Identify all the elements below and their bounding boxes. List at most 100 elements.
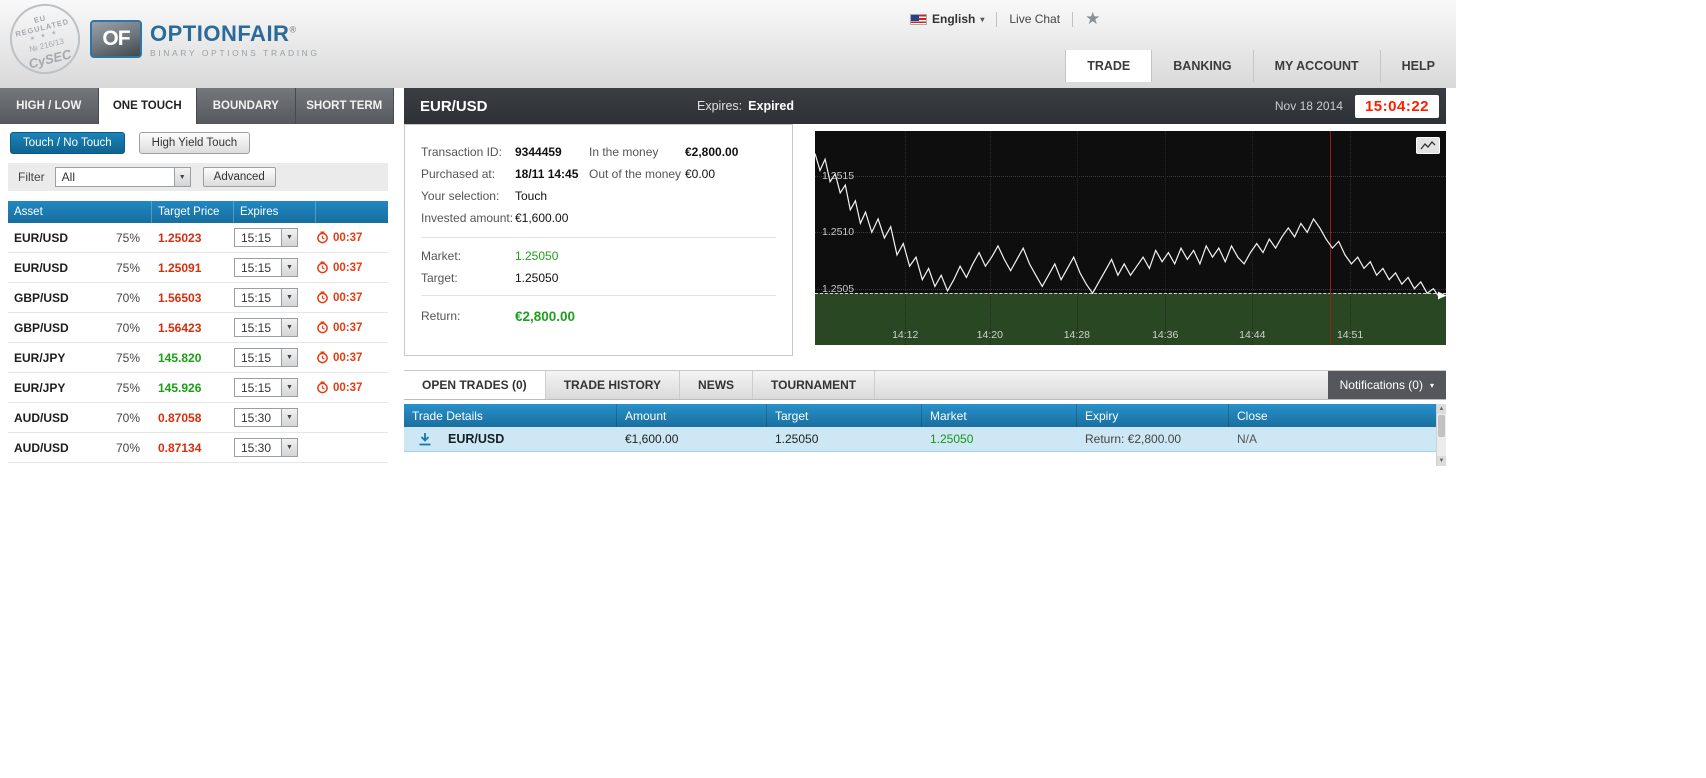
account-tab-label: HELP: [1401, 59, 1435, 73]
trade-type-tab[interactable]: ONE TOUCH: [98, 88, 197, 124]
notifications-toggle[interactable]: Notifications (0) ▾: [1327, 371, 1446, 399]
expires-select-value: 15:15: [241, 290, 272, 305]
open-trades-table: Trade Details Amount Target Market Expir…: [404, 404, 1446, 466]
expires-select[interactable]: 15:15 ▼: [234, 258, 298, 277]
mode-button[interactable]: Touch / No Touch: [10, 132, 125, 154]
asset-row[interactable]: GBP/USD 70% 1.56503 15:15 ▼ 00:37: [8, 283, 388, 313]
expires-select[interactable]: 15:15 ▼: [234, 378, 298, 397]
bottom-tab[interactable]: NEWS: [680, 371, 754, 399]
expires-select-value: 15:15: [241, 230, 272, 245]
detail-field: Invested amount: €1,600.00: [421, 207, 578, 229]
trade-row[interactable]: EUR/USD €1,600.00 1.25050 1.25050 Return…: [404, 427, 1436, 452]
expires-select[interactable]: 15:15 ▼: [234, 288, 298, 307]
y-axis-tick: 1.2505: [822, 282, 855, 295]
detail-field: In the money €2,800.00: [589, 141, 738, 163]
filter-label: Filter: [18, 170, 45, 184]
detail-field: Your selection: Touch: [421, 185, 578, 207]
scroll-up-arrow[interactable]: ▲: [1437, 404, 1446, 414]
expires-select[interactable]: 15:30 ▼: [234, 438, 298, 457]
target-price: 1.25023: [158, 230, 202, 245]
asset-name: EUR/USD: [14, 260, 69, 275]
scroll-down-arrow[interactable]: ▼: [1437, 456, 1446, 466]
account-tab[interactable]: MY ACCOUNT: [1252, 50, 1380, 82]
detail-label: Purchased at:: [421, 167, 496, 181]
mode-buttons: Touch / No Touch High Yield Touch: [10, 132, 251, 154]
account-tab[interactable]: HELP: [1379, 50, 1456, 82]
chevron-down-icon: ▼: [281, 259, 297, 276]
chevron-down-icon: ▼: [281, 319, 297, 336]
x-axis-tick: 14:12: [892, 329, 919, 341]
target-price: 1.56423: [158, 320, 202, 335]
mode-button[interactable]: High Yield Touch: [138, 132, 251, 154]
account-tab-label: TRADE: [1087, 59, 1131, 73]
expires-select[interactable]: 15:15 ▼: [234, 318, 298, 337]
header-amount: Amount: [617, 404, 767, 427]
price-line: [815, 153, 1446, 300]
download-icon[interactable]: [418, 432, 432, 446]
asset-name: EUR/JPY: [14, 350, 66, 365]
asset-name: GBP/USD: [14, 290, 69, 305]
language-label: English: [932, 12, 976, 26]
clock-icon: [317, 231, 328, 244]
header-target-price: Target Price: [152, 201, 234, 223]
chart-type-button[interactable]: [1416, 137, 1440, 154]
scrollbar[interactable]: ▲ ▼: [1436, 404, 1446, 466]
header-close: Close: [1237, 408, 1268, 423]
trades-table-header: Trade Details Amount Target Market Expir…: [404, 404, 1436, 427]
logo-tagline: BINARY OPTIONS TRADING: [150, 47, 320, 58]
regulator-badge: EU REGULATED ★ ★ ★ № 216/13 CySEC: [2, 0, 88, 82]
live-chat-link[interactable]: Live Chat: [1009, 12, 1060, 26]
y-axis-tick: 1.2515: [822, 170, 855, 183]
asset-row[interactable]: AUD/USD 70% 0.87134 15:30 ▼: [8, 433, 388, 463]
trade-type-tab[interactable]: BOUNDARY: [197, 88, 296, 124]
advanced-button[interactable]: Advanced: [202, 167, 276, 187]
account-tab[interactable]: BANKING: [1151, 50, 1252, 82]
scrollbar-thumb[interactable]: [1438, 415, 1445, 437]
asset-row[interactable]: EUR/USD 75% 1.25091 15:15 ▼ 00:37: [8, 253, 388, 283]
countdown-timer: 00:37: [333, 351, 363, 364]
expires-select[interactable]: 15:15 ▼: [234, 228, 298, 247]
expires-select[interactable]: 15:15 ▼: [234, 348, 298, 367]
target-price: 145.926: [158, 380, 202, 395]
countdown-timer: 00:37: [333, 231, 363, 244]
bottom-tab[interactable]: TRADE HISTORY: [546, 371, 681, 399]
trade-type-tab[interactable]: HIGH / LOW: [0, 88, 99, 124]
asset-row[interactable]: EUR/USD 75% 1.25023 15:15 ▼ 00:37: [8, 223, 388, 253]
return-row: Return: €2,800.00: [421, 305, 575, 327]
payout-percent: 70%: [115, 410, 140, 425]
bottom-tab[interactable]: OPEN TRADES (0): [404, 371, 546, 399]
payout-percent: 75%: [115, 380, 140, 395]
us-flag-icon: [910, 13, 927, 25]
instrument-bar: EUR/USD Expires: Expired Nov 18 2014 15:0…: [404, 88, 1446, 124]
countdown-timer: 00:37: [333, 321, 363, 334]
countdown: 00:37: [316, 261, 388, 274]
asset-row[interactable]: EUR/JPY 75% 145.926 15:15 ▼ 00:37: [8, 373, 388, 403]
filter-bar: Filter All ▼ Advanced: [8, 163, 388, 191]
account-tab[interactable]: TRADE: [1065, 50, 1152, 82]
clock-icon: [317, 321, 328, 334]
payout-percent: 70%: [115, 320, 140, 335]
asset-row[interactable]: AUD/USD 70% 0.87058 15:30 ▼: [8, 403, 388, 433]
divider: [421, 295, 776, 296]
chevron-down-icon: ▼: [281, 289, 297, 306]
detail-value: 18/11 14:45: [515, 167, 579, 181]
asset-row[interactable]: EUR/JPY 75% 145.820 15:15 ▼ 00:37: [8, 343, 388, 373]
expires-select[interactable]: 15:30 ▼: [234, 408, 298, 427]
logo-text: OPTIONFAIR® BINARY OPTIONS TRADING: [150, 21, 320, 58]
bottom-tab[interactable]: TOURNAMENT: [753, 371, 876, 399]
trade-expiry: Return: €2,800.00: [1085, 432, 1182, 446]
language-selector[interactable]: English ▾: [910, 12, 984, 26]
x-axis-tick: 14:28: [1063, 329, 1090, 341]
x-axis-tick: 14:36: [1152, 329, 1179, 341]
bottom-tab-label: TOURNAMENT: [771, 378, 857, 392]
detail-value: €2,800.00: [685, 145, 739, 159]
asset-row[interactable]: GBP/USD 70% 1.56423 15:15 ▼ 00:37: [8, 313, 388, 343]
favorites-star-icon[interactable]: ★: [1085, 9, 1100, 29]
x-axis-tick: 14:20: [976, 329, 1003, 341]
filter-select[interactable]: All ▼: [54, 167, 191, 187]
bottom-tab-group: OPEN TRADES (0) TRADE HISTORY NEWS TOURN…: [404, 371, 876, 399]
trade-type-tab[interactable]: SHORT TERM: [296, 88, 394, 124]
detail-label: In the money: [589, 145, 659, 159]
detail-field: Transaction ID: 9344459: [421, 141, 578, 163]
payout-percent: 75%: [115, 230, 140, 245]
